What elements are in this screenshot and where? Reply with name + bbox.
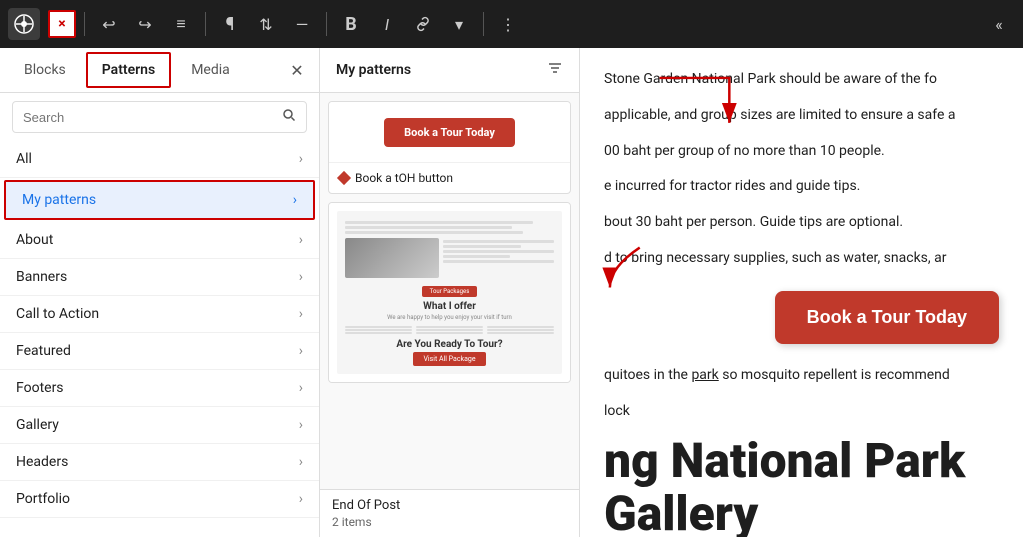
nav-item-call-to-action[interactable]: Call to Action › <box>0 296 319 333</box>
nav-item-headers[interactable]: Headers › <box>0 444 319 481</box>
chevron-right-icon: › <box>299 491 303 507</box>
end-of-post-label: End Of Post <box>332 498 567 513</box>
toolbar-separator-4 <box>483 12 484 36</box>
patterns-footer: End Of Post 2 items <box>320 489 579 537</box>
chevron-right-icon: › <box>299 232 303 248</box>
nav-list: All › My patterns › About › Banners › Ca… <box>0 141 319 537</box>
article-text: Stone Garden National Park should be awa… <box>604 68 999 271</box>
chevron-right-icon: › <box>299 151 303 167</box>
patterns-panel-header: My patterns <box>320 48 579 93</box>
nav-item-footers[interactable]: Footers › <box>0 370 319 407</box>
more-options-button[interactable]: ⋮ <box>492 8 524 40</box>
nav-item-my-patterns[interactable]: My patterns › <box>4 180 315 220</box>
paragraph-button[interactable]: ¶ <box>214 8 246 40</box>
pattern-label-book-tour: Book a tOH button <box>329 162 570 193</box>
nav-item-featured[interactable]: Featured › <box>0 333 319 370</box>
pattern-card-end-of-post[interactable]: Tour Packages What I offer We are happy … <box>328 202 571 383</box>
arrows-button[interactable]: ⇅ <box>250 8 282 40</box>
pattern-preview-end-of-post: Tour Packages What I offer We are happy … <box>329 203 570 382</box>
search-bar <box>12 101 307 133</box>
nav-item-all[interactable]: All › <box>0 141 319 178</box>
item-count: 2 items <box>332 515 567 529</box>
toolbar-separator <box>84 12 85 36</box>
chevron-right-icon: › <box>299 343 303 359</box>
toolbar: × ↩ ↪ ≡ ¶ ⇅ — B I ▾ ⋮ « <box>0 0 1023 48</box>
list-view-button[interactable]: ≡ <box>165 8 197 40</box>
section-inner-preview: Tour Packages What I offer We are happy … <box>337 211 562 374</box>
tab-blocks[interactable]: Blocks <box>8 50 82 92</box>
nav-item-banners[interactable]: Banners › <box>0 259 319 296</box>
toolbar-separator-2 <box>205 12 206 36</box>
undo-button[interactable]: ↩ <box>93 8 125 40</box>
chevron-right-icon: › <box>299 417 303 433</box>
right-content: Stone Garden National Park should be awa… <box>580 48 1023 537</box>
article-text-2: quitoes in the park so mosquito repellen… <box>604 364 999 424</box>
chevron-right-icon: › <box>293 192 297 208</box>
pattern-preview-book-tour: Book a Tour Today <box>329 102 570 162</box>
book-tour-preview-button: Book a Tour Today <box>384 118 515 147</box>
line-button[interactable]: — <box>286 8 318 40</box>
patterns-list: Book a Tour Today Book a tOH button <box>320 93 579 489</box>
toolbar-separator-3 <box>326 12 327 36</box>
panel-tabs: Blocks Patterns Media ✕ <box>0 48 319 93</box>
chevron-right-icon: › <box>299 454 303 470</box>
tab-media[interactable]: Media <box>175 50 246 92</box>
chevron-right-icon: › <box>299 269 303 285</box>
park-link[interactable]: park <box>691 367 718 383</box>
filter-icon[interactable] <box>547 60 563 80</box>
search-icon[interactable] <box>282 108 296 126</box>
wp-logo-button[interactable] <box>8 8 40 40</box>
chevron-right-icon: › <box>299 306 303 322</box>
collapse-button[interactable]: « <box>983 8 1015 40</box>
bold-button[interactable]: B <box>335 8 367 40</box>
chevron-right-icon: › <box>299 380 303 396</box>
left-panel: Blocks Patterns Media ✕ All › My pattern… <box>0 48 320 537</box>
cta-button-container: Book a Tour Today <box>604 291 999 344</box>
nav-item-about[interactable]: About › <box>0 222 319 259</box>
italic-button[interactable]: I <box>371 8 403 40</box>
tab-patterns[interactable]: Patterns <box>86 52 171 88</box>
link-button[interactable] <box>407 8 439 40</box>
panel-close-button[interactable]: ✕ <box>283 56 311 84</box>
nav-item-gallery[interactable]: Gallery › <box>0 407 319 444</box>
close-sidebar-button[interactable]: × <box>48 10 76 38</box>
format-dropdown-button[interactable]: ▾ <box>443 8 475 40</box>
nav-item-portfolio[interactable]: Portfolio › <box>0 481 319 518</box>
cta-button[interactable]: Book a Tour Today <box>775 291 999 344</box>
patterns-panel-title: My patterns <box>336 62 411 78</box>
pattern-card-book-tour[interactable]: Book a Tour Today Book a tOH button <box>328 101 571 194</box>
page-heading: ng National Park Gallery <box>604 435 999 537</box>
search-input[interactable] <box>23 110 276 125</box>
main-content: Blocks Patterns Media ✕ All › My pattern… <box>0 48 1023 537</box>
redo-button[interactable]: ↪ <box>129 8 161 40</box>
patterns-panel: My patterns Book a Tour Today Book a tOH… <box>320 48 580 537</box>
diamond-icon <box>337 171 351 185</box>
